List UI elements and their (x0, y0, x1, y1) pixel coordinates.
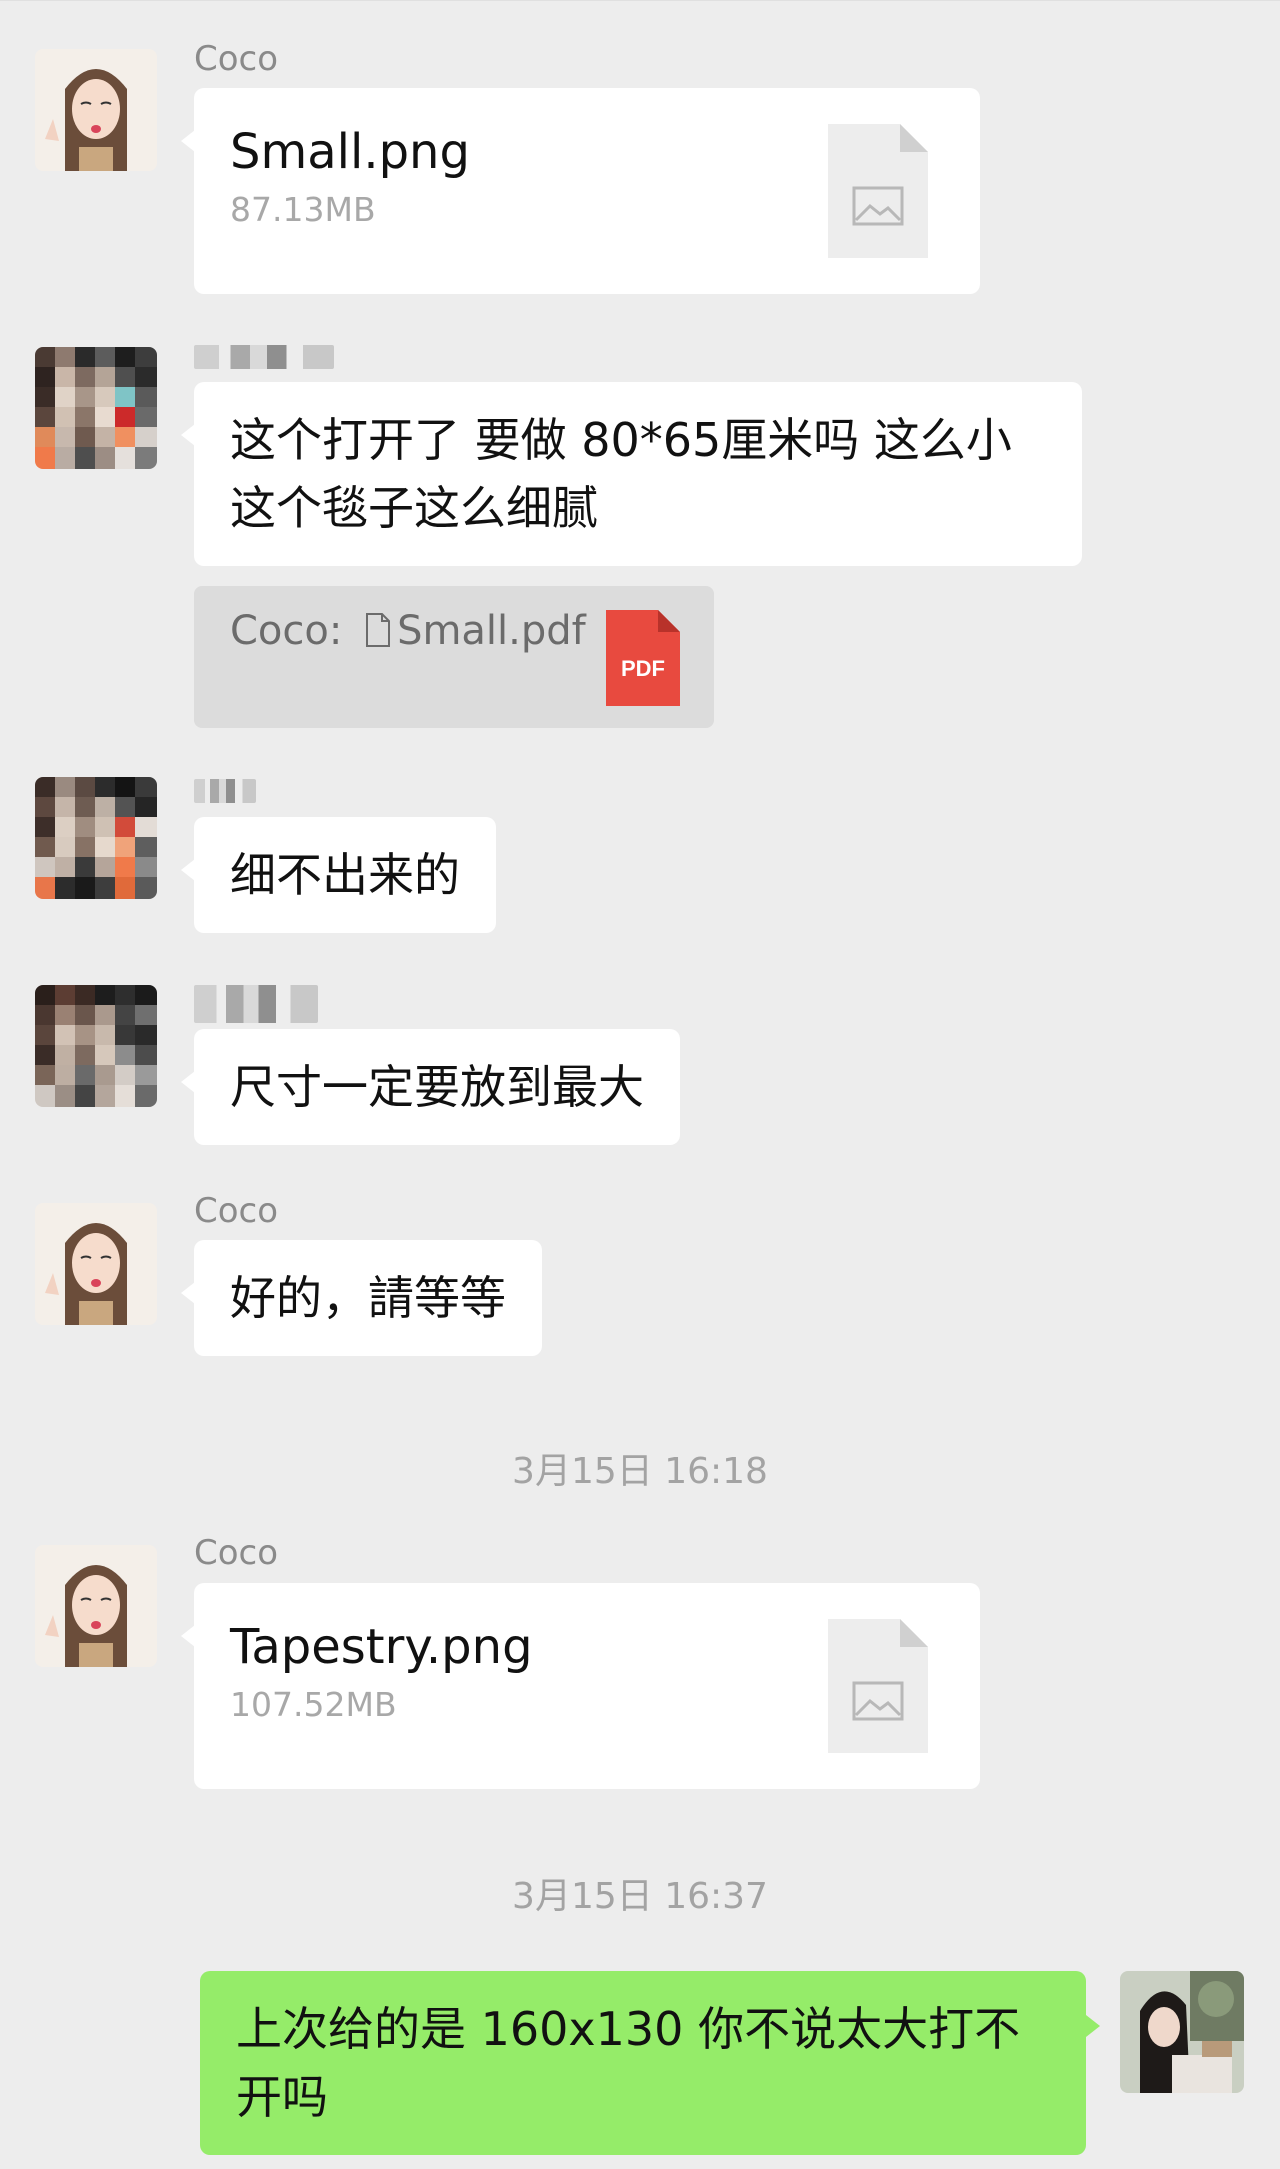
text-message-bubble[interactable]: 好的，請等等 (181, 1240, 542, 1356)
avatar-self[interactable] (1120, 1971, 1244, 2093)
pixelated-avatar-icon (35, 777, 157, 899)
avatar-coco[interactable] (35, 49, 157, 171)
avatar-coco[interactable] (35, 1203, 157, 1325)
photo-avatar-icon (1120, 1971, 1244, 2093)
image-file-icon (828, 1619, 928, 1753)
text-message-bubble[interactable]: 细不出来的 (181, 817, 496, 933)
file-message-bubble[interactable]: Small.png 87.13MB (181, 88, 980, 294)
cartoon-girl-avatar-icon (35, 49, 157, 171)
text-message-bubble[interactable]: 这个打开了 要做 80*65厘米吗 这么小 这个毯子这么细腻 (181, 382, 1082, 566)
avatar-contact-blurred[interactable] (35, 347, 157, 469)
quoted-reply[interactable]: Coco: Small.pdf PDF (194, 586, 714, 728)
pixelated-avatar-icon (35, 985, 157, 1107)
quote-file-name: Small.pdf (397, 608, 586, 654)
sender-name-blurred (194, 345, 334, 369)
sender-name: Coco (194, 1191, 279, 1231)
avatar-coco[interactable] (35, 1545, 157, 1667)
document-icon (366, 613, 391, 647)
quote-prefix: Coco: (230, 608, 343, 654)
cartoon-girl-avatar-icon (35, 1203, 157, 1325)
pdf-icon-label: PDF (621, 656, 665, 681)
text-message-bubble[interactable]: 尺寸一定要放到最大 (181, 1029, 680, 1145)
cartoon-girl-avatar-icon (35, 1545, 157, 1667)
avatar-contact-blurred[interactable] (35, 985, 157, 1107)
timestamp: 3月15日 16:37 (512, 1876, 768, 1917)
sender-name: Coco (194, 1533, 279, 1573)
sender-name-blurred (194, 779, 256, 803)
avatar-contact-blurred[interactable] (35, 777, 157, 899)
pixelated-avatar-icon (35, 347, 157, 469)
chat-window: Coco Small.png 87.13MB 这个打开了 要做 80*65厘米吗… (0, 0, 1280, 2169)
pdf-file-icon: PDF (606, 610, 680, 706)
sender-name-blurred (194, 985, 318, 1023)
image-file-icon (828, 124, 928, 258)
file-message-bubble[interactable]: Tapestry.png 107.52MB (181, 1583, 980, 1789)
self-text-message-bubble[interactable]: 上次给的是 160x130 你不说太大打不开吗 (200, 1971, 1100, 2155)
timestamp: 3月15日 16:18 (512, 1451, 768, 1492)
sender-name: Coco (194, 39, 279, 79)
